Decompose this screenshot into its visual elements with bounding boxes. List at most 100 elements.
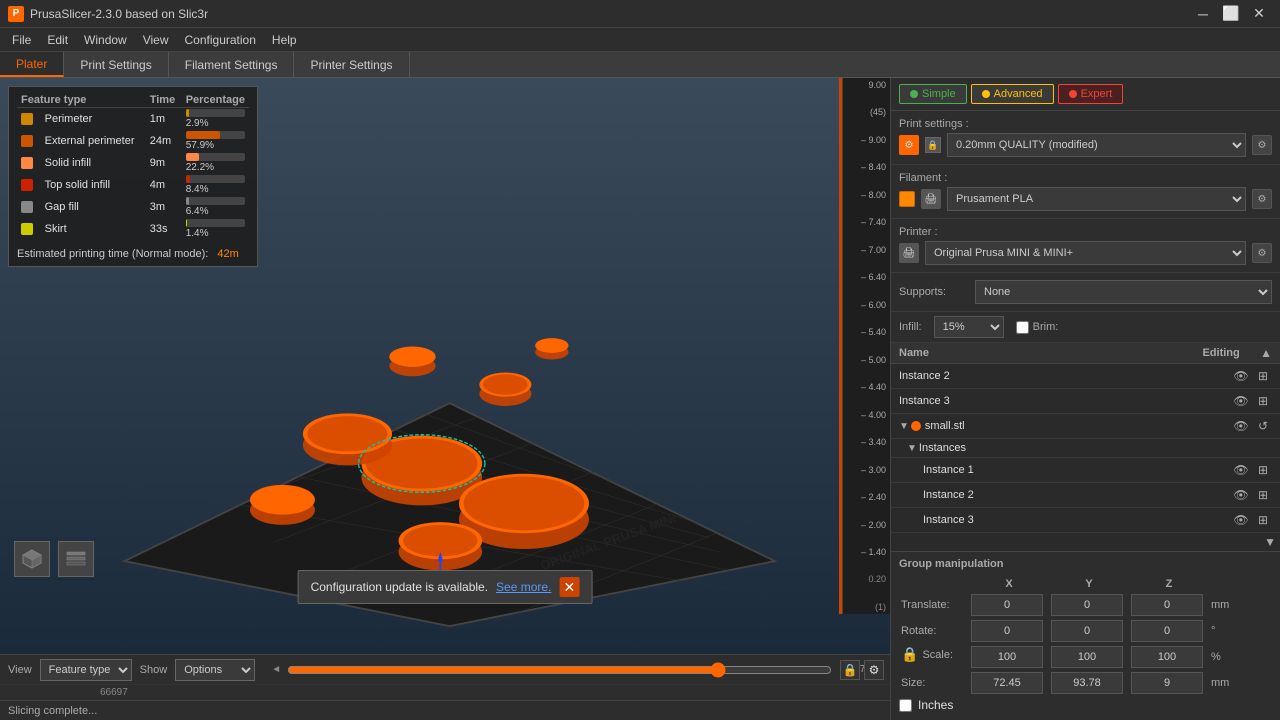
printer-settings-gear-icon[interactable]: ⚙ [1252, 243, 1272, 263]
simple-mode-button[interactable]: Simple [899, 84, 967, 104]
edit-icon[interactable]: ⊞ [1254, 511, 1272, 529]
ruler-label: – 1.40 [843, 547, 890, 557]
expert-mode-button[interactable]: Expert [1058, 84, 1124, 104]
inches-checkbox[interactable] [899, 699, 912, 712]
list-item[interactable]: Instance 2 👁 ⊞ [891, 364, 1280, 389]
size-z-input[interactable] [1131, 672, 1203, 694]
settings-gear-button[interactable]: ⚙ [864, 660, 884, 680]
list-item[interactable]: Instance 1 👁 ⊞ [891, 458, 1280, 483]
advanced-mode-button[interactable]: Advanced [971, 84, 1054, 104]
maximize-button[interactable]: ⬜ [1218, 4, 1244, 24]
translate-z-input[interactable] [1131, 594, 1203, 616]
menu-help[interactable]: Help [264, 31, 305, 49]
print-settings-select[interactable]: 0.20mm QUALITY (modified) [947, 133, 1246, 157]
minimize-button[interactable]: ─ [1190, 4, 1216, 24]
edit-icon[interactable]: ⊞ [1254, 461, 1272, 479]
printer-label-row: Printer : [899, 226, 1272, 238]
tab-filament-settings[interactable]: Filament Settings [169, 52, 295, 77]
slider-value2: 66697 [100, 687, 128, 698]
eye-icon[interactable]: 👁 [1232, 367, 1250, 385]
menu-edit[interactable]: Edit [39, 31, 76, 49]
tab-printer-settings[interactable]: Printer Settings [294, 52, 409, 77]
scale-y-input[interactable] [1051, 646, 1123, 668]
eye-icon[interactable]: 👁 [1232, 511, 1250, 529]
translate-x-input[interactable] [971, 594, 1043, 616]
eye-icon[interactable]: 👁 [1232, 461, 1250, 479]
list-item[interactable]: Instance 3 👁 ⊞ [891, 508, 1280, 533]
edit-icon[interactable]: ⊞ [1254, 367, 1272, 385]
printer-select[interactable]: Original Prusa MINI & MINI+ [925, 241, 1246, 265]
show-dropdown[interactable]: Options [175, 659, 255, 681]
size-x-input[interactable] [971, 672, 1043, 694]
menu-configuration[interactable]: Configuration [177, 31, 264, 49]
brim-label: Brim: [1033, 321, 1059, 333]
list-item[interactable]: Instance 3 👁 ⊞ [891, 389, 1280, 414]
translate-y-input[interactable] [1051, 594, 1123, 616]
object-tree: Name Editing ▲ Instance 2 👁 ⊞ Instance 3… [891, 343, 1280, 552]
col-time: Time [146, 93, 182, 108]
scale-x-input[interactable] [971, 646, 1043, 668]
menu-file[interactable]: File [4, 31, 39, 49]
size-y-input[interactable] [1051, 672, 1123, 694]
view-label: View [8, 664, 32, 676]
lock-icon: 🔒 [925, 137, 941, 153]
group-manipulation-title: Group manipulation [899, 558, 1272, 570]
print-settings-gear-icon[interactable]: ⚙ [1252, 135, 1272, 155]
notification-link[interactable]: See more. [496, 580, 551, 594]
simple-label: Simple [922, 88, 956, 100]
rotate-z-input[interactable] [1131, 620, 1203, 642]
eye-icon[interactable]: 👁 [1232, 486, 1250, 504]
3d-view-button[interactable] [14, 541, 50, 577]
title-bar: P PrusaSlicer-2.3.0 based on Slic3r ─ ⬜ … [0, 0, 1280, 28]
scale-lock-icon[interactable]: 🔒 [901, 646, 918, 663]
col-x-header: X [969, 576, 1049, 592]
brim-checkbox[interactable] [1016, 321, 1029, 334]
group-manipulation-section: Group manipulation X Y Z Translate: [891, 552, 1280, 720]
layer-slider[interactable] [287, 662, 832, 678]
list-item[interactable]: ▼ small.stl 👁 ↺ [891, 414, 1280, 439]
expand-arrow-icon[interactable]: ▼ [899, 421, 909, 432]
eye-icon[interactable]: 👁 [1232, 392, 1250, 410]
table-row: Perimeter 1m 2.9% [17, 108, 249, 131]
tab-plater[interactable]: Plater [0, 52, 64, 77]
brim-check: Brim: [1016, 321, 1059, 334]
feature-color-swatch [17, 196, 41, 218]
list-item[interactable]: Instance 2 👁 ⊞ [891, 483, 1280, 508]
filament-select[interactable]: Prusament PLA [947, 187, 1246, 211]
ruler-label: – 6.40 [843, 272, 890, 282]
edit-icon[interactable]: ⊞ [1254, 486, 1272, 504]
view-dropdown[interactable]: Feature type [40, 659, 132, 681]
filament-dot-icon [911, 421, 921, 431]
tree-scroll-up-icon[interactable]: ▲ [1260, 346, 1272, 360]
group-name: Instances [919, 442, 1272, 454]
list-item[interactable]: ▼ Instances [891, 439, 1280, 458]
menu-view[interactable]: View [135, 31, 177, 49]
instance-name: Instance 2 [923, 489, 1232, 501]
scale-z-input[interactable] [1131, 646, 1203, 668]
notification-text: Configuration update is available. [311, 580, 488, 594]
tree-scroll-down-icon[interactable]: ▼ [1264, 535, 1276, 549]
reload-icon[interactable]: ↺ [1254, 417, 1272, 435]
tab-print-settings[interactable]: Print Settings [64, 52, 168, 77]
close-button[interactable]: ✕ [1246, 4, 1272, 24]
feature-pct: 6.4% [182, 196, 249, 218]
edit-icon[interactable]: ⊞ [1254, 392, 1272, 410]
layer-view-button[interactable] [58, 541, 94, 577]
expand-arrow-icon[interactable]: ▼ [907, 443, 917, 454]
lock-button[interactable]: 🔒 [840, 660, 860, 680]
menu-window[interactable]: Window [76, 31, 135, 49]
ruler-orange-bar [839, 78, 842, 614]
rotate-unit: ° [1209, 618, 1272, 644]
filament-settings-gear-icon[interactable]: ⚙ [1252, 189, 1272, 209]
instance-name: Instance 1 [923, 464, 1232, 476]
notification-close-button[interactable]: ✕ [559, 577, 579, 597]
rotate-x-input[interactable] [971, 620, 1043, 642]
supports-select[interactable]: None [975, 280, 1272, 304]
eye-icon[interactable]: 👁 [1232, 417, 1250, 435]
table-row: External perimeter 24m 57.9% [17, 130, 249, 152]
ruler-label: – 6.00 [843, 300, 890, 310]
ruler-label: (45) [843, 107, 890, 117]
feature-time: 9m [146, 152, 182, 174]
infill-select[interactable]: 15% [934, 316, 1004, 338]
rotate-y-input[interactable] [1051, 620, 1123, 642]
